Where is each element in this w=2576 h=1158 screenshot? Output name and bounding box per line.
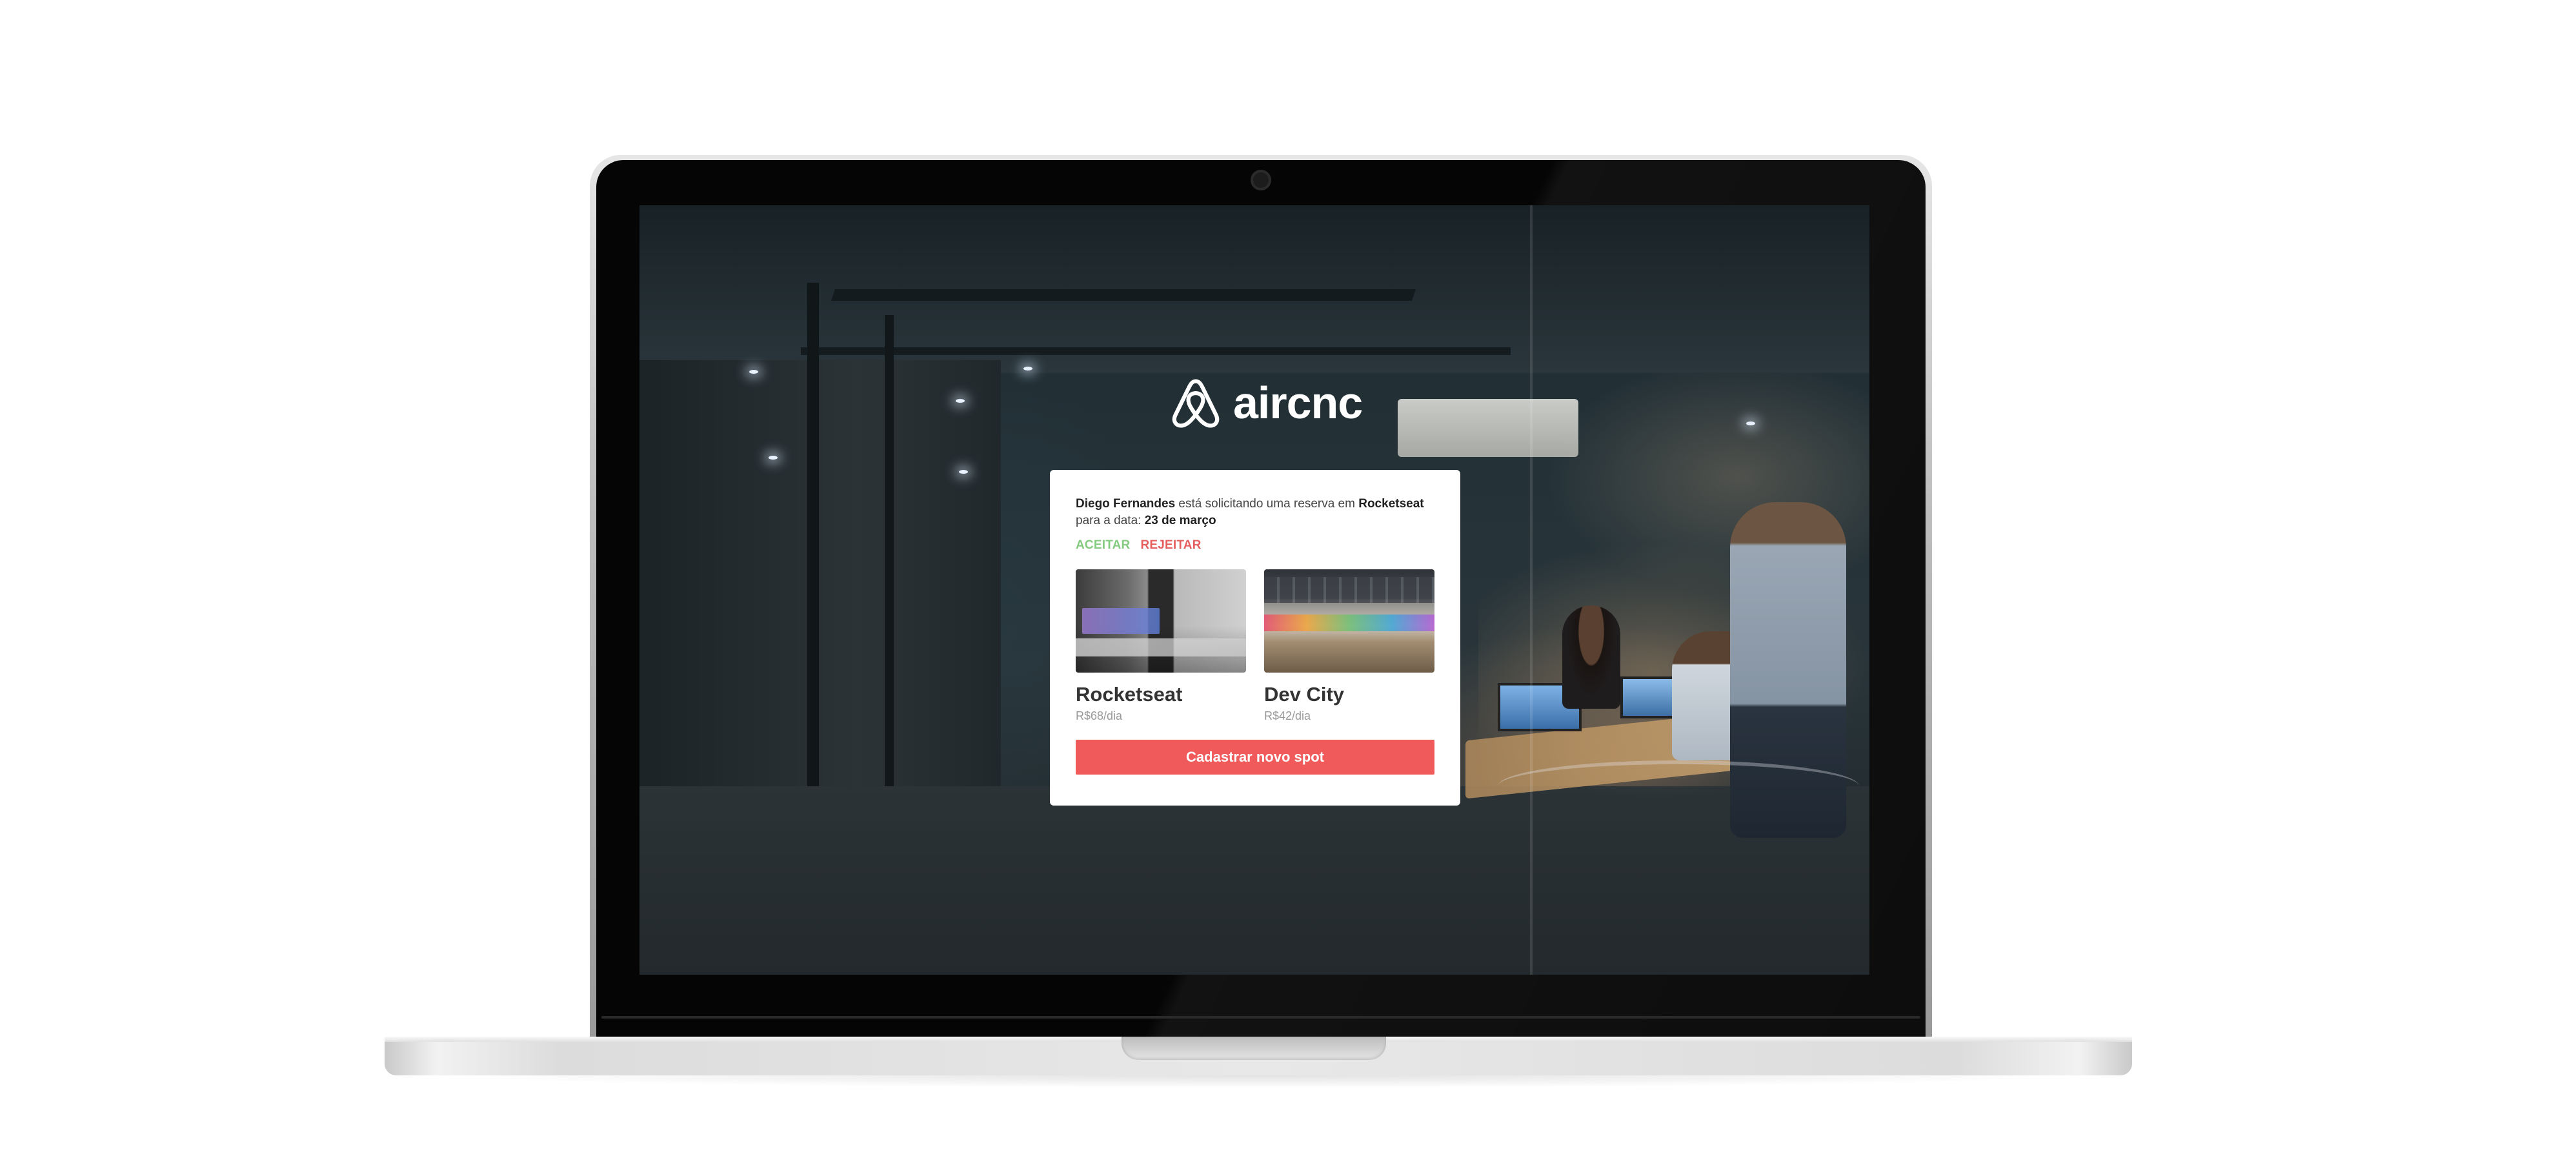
dashboard-card: Diego Fernandes está solicitando uma res… xyxy=(1050,470,1460,806)
booking-request-notification: Diego Fernandes está solicitando uma res… xyxy=(1076,496,1434,529)
requested-spot-name: Rocketseat xyxy=(1358,497,1424,511)
base-shadow xyxy=(413,1074,2104,1088)
new-spot-button[interactable]: Cadastrar novo spot xyxy=(1076,740,1434,775)
spot-name: Dev City xyxy=(1264,683,1345,706)
background-light xyxy=(769,456,778,460)
background-beam xyxy=(831,289,1416,301)
accept-button[interactable]: ACEITAR xyxy=(1076,538,1130,553)
logo-text: aircnc xyxy=(1233,378,1363,428)
webcam xyxy=(1251,170,1271,190)
airbnb-belo-icon xyxy=(1167,374,1224,431)
background-light xyxy=(1746,422,1755,425)
notification-date-prefix: para a data: xyxy=(1076,514,1145,527)
laptop-opening-notch xyxy=(1122,1037,1386,1060)
laptop-lid: aircnc Diego Fernandes está solicitando … xyxy=(590,155,1932,1038)
background-air-conditioner xyxy=(1398,399,1578,457)
background-light xyxy=(959,470,968,474)
reject-button[interactable]: REJEITAR xyxy=(1140,538,1201,553)
background-beam xyxy=(801,347,1511,355)
bezel-chin xyxy=(601,1016,1920,1019)
background-glass-divider xyxy=(1530,205,1533,975)
background-light xyxy=(1023,367,1032,371)
requester-name: Diego Fernandes xyxy=(1076,497,1176,511)
spot-list: Rocketseat R$68/dia Dev City R$42/dia xyxy=(1076,569,1434,723)
background-person xyxy=(1562,605,1620,709)
laptop-mockup: aircnc Diego Fernandes está solicitando … xyxy=(0,0,2576,1158)
spot-item[interactable]: Dev City R$42/dia xyxy=(1264,569,1434,723)
app-screen: aircnc Diego Fernandes está solicitando … xyxy=(639,205,1869,975)
spot-thumbnail xyxy=(1076,569,1246,673)
background-wave xyxy=(1498,760,1859,812)
app-logo: aircnc xyxy=(1167,374,1363,431)
spot-item[interactable]: Rocketseat R$68/dia xyxy=(1076,569,1246,723)
requested-date: 23 de março xyxy=(1144,514,1216,527)
spot-thumbnail xyxy=(1264,569,1434,673)
screen-bezel: aircnc Diego Fernandes está solicitando … xyxy=(596,160,1926,1038)
request-actions: ACEITAR REJEITAR xyxy=(1076,538,1434,553)
spot-name: Rocketseat xyxy=(1076,683,1183,706)
spot-price: R$68/dia xyxy=(1076,709,1123,722)
background-light xyxy=(749,370,758,374)
background-light xyxy=(956,399,965,403)
notification-text: está solicitando uma reserva em xyxy=(1175,497,1359,511)
spot-price: R$42/dia xyxy=(1264,709,1311,722)
background-floor xyxy=(639,786,1869,975)
